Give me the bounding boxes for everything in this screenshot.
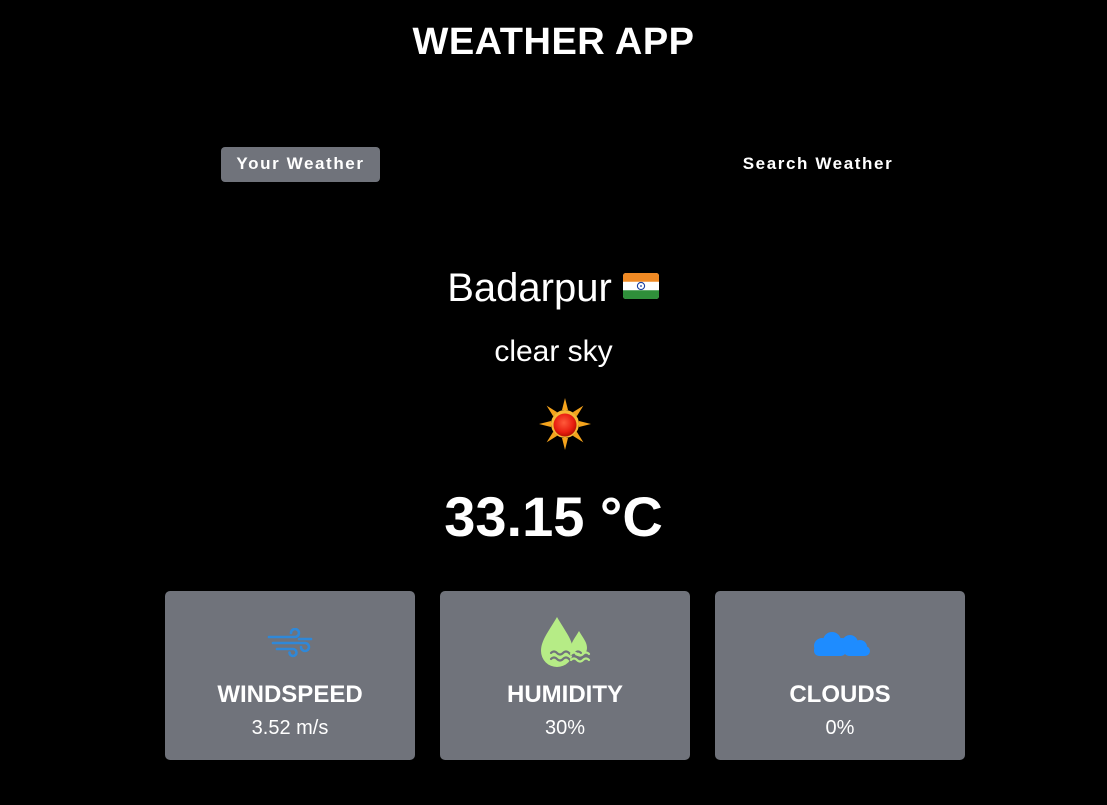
city-name: Badarpur (447, 266, 612, 310)
clouds-label: CLOUDS (789, 681, 891, 708)
windspeed-value: 3.52 m/s (251, 717, 329, 739)
humidity-label: HUMIDITY (507, 681, 623, 708)
humidity-value: 30% (544, 717, 586, 739)
sun-icon (537, 396, 593, 457)
clouds-icon (715, 613, 965, 673)
india-flag-icon (622, 261, 660, 313)
wind-icon (165, 613, 415, 673)
tab-your-weather[interactable]: Your Weather (221, 147, 380, 182)
humidity-card: HUMIDITY 30% (440, 591, 690, 760)
weather-description: clear sky (494, 335, 613, 368)
app-title: WEATHER APP (412, 21, 695, 63)
tab-search-weather[interactable]: Search Weather (722, 147, 914, 182)
temperature-value: 33.15 °C (444, 485, 663, 548)
clouds-value: 0% (825, 717, 855, 739)
humidity-drops-icon (440, 613, 690, 673)
windspeed-label: WINDSPEED (217, 681, 363, 708)
location-row: Badarpur (0, 262, 1107, 314)
windspeed-card: WINDSPEED 3.52 m/s (165, 591, 415, 760)
clouds-card: CLOUDS 0% (715, 591, 965, 760)
